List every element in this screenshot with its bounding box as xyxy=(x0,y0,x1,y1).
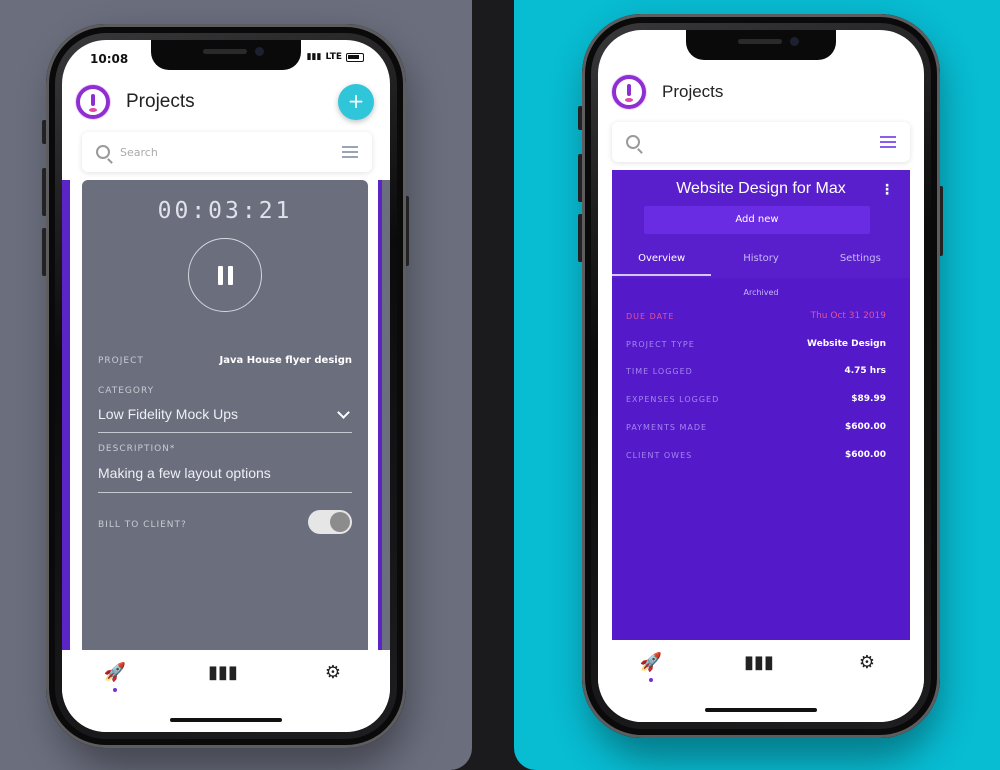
tab-overview[interactable]: Overview xyxy=(612,248,712,276)
add-new-button[interactable]: Add new xyxy=(644,206,870,234)
search-icon xyxy=(96,145,110,159)
chevron-down-icon[interactable] xyxy=(337,406,350,419)
notch xyxy=(151,40,301,70)
app-logo-icon[interactable] xyxy=(76,85,110,119)
bottom-nav: 🚀 ▮▮▮ ⚙ xyxy=(62,650,390,732)
due-date-label: DUE DATE xyxy=(626,312,675,321)
app-logo-icon[interactable] xyxy=(612,75,646,109)
rocket-icon[interactable]: 🚀 xyxy=(100,662,130,683)
notch xyxy=(686,30,836,60)
filter-sliders-icon[interactable] xyxy=(880,136,896,148)
bill-to-client-label: BILL TO CLIENT? xyxy=(98,520,187,530)
rocket-icon[interactable]: 🚀 xyxy=(636,652,666,673)
gear-icon[interactable]: ⚙ xyxy=(318,662,348,683)
front-camera xyxy=(790,37,799,46)
bar-chart-icon[interactable]: ▮▮▮ xyxy=(744,652,774,673)
search-bar[interactable]: Search xyxy=(82,132,372,172)
gear-icon[interactable]: ⚙ xyxy=(852,652,882,673)
left-showcase-panel: 10:08 ▮▮▮ LTE Projects + Search 00:03:21… xyxy=(0,0,472,770)
front-camera xyxy=(255,47,264,56)
bottom-nav: 🚀 ▮▮▮ ⚙ xyxy=(598,640,924,722)
speaker xyxy=(203,49,247,54)
expenses-logged-value: $89.99 xyxy=(851,394,886,404)
previous-card-edge xyxy=(62,180,70,650)
project-title: Website Design for Max xyxy=(676,180,846,197)
active-tab-indicator xyxy=(113,688,117,692)
page-title: Projects xyxy=(662,82,724,101)
page-title: Projects xyxy=(126,91,195,112)
bar-chart-icon[interactable]: ▮▮▮ xyxy=(208,662,238,683)
home-indicator[interactable] xyxy=(170,718,282,722)
timer-display: 00:03:21 xyxy=(157,198,293,224)
pause-button[interactable] xyxy=(188,238,262,312)
app-header: Projects + xyxy=(76,80,376,124)
right-showcase-panel: Projects Website Design for Max ⋮ Add ne… xyxy=(514,0,1000,770)
category-underline xyxy=(98,432,352,433)
payments-made-label: PAYMENTS MADE xyxy=(626,423,708,432)
phone-frame: Projects Website Design for Max ⋮ Add ne… xyxy=(582,14,940,738)
more-options-icon[interactable]: ⋮ xyxy=(880,182,894,198)
app-header: Projects xyxy=(612,70,910,114)
payments-made-value: $600.00 xyxy=(845,422,886,432)
battery-icon xyxy=(346,52,364,62)
tab-settings[interactable]: Settings xyxy=(811,248,910,276)
timer-card: 00:03:21 PROJECT Java House flyer design… xyxy=(82,180,368,650)
filter-sliders-icon[interactable] xyxy=(342,146,358,158)
project-detail-card: Website Design for Max ⋮ Add new Overvie… xyxy=(612,170,910,640)
category-select[interactable]: Low Fidelity Mock Ups xyxy=(98,406,238,422)
client-owes-label: CLIENT OWES xyxy=(626,451,693,460)
search-icon xyxy=(626,135,640,149)
status-indicators: ▮▮▮ LTE xyxy=(307,52,364,62)
time-logged-value: 4.75 hrs xyxy=(844,366,886,376)
project-value: Java House flyer design xyxy=(219,355,352,366)
status-time: 10:08 xyxy=(90,52,129,66)
active-tab-indicator xyxy=(649,678,653,682)
search-bar[interactable] xyxy=(612,122,910,162)
project-tabs: Overview History Settings xyxy=(612,248,910,276)
description-underline xyxy=(98,492,352,493)
network-label: LTE xyxy=(325,52,342,62)
description-label: DESCRIPTION* xyxy=(98,444,176,454)
home-indicator[interactable] xyxy=(705,708,817,712)
category-label: CATEGORY xyxy=(98,386,155,396)
speaker xyxy=(738,39,782,44)
description-input[interactable]: Making a few layout options xyxy=(98,465,271,481)
due-date-value: Thu Oct 31 2019 xyxy=(810,311,886,321)
add-project-button[interactable]: + xyxy=(338,84,374,120)
project-card-header: Website Design for Max ⋮ Add new Overvie… xyxy=(612,170,910,278)
bill-to-client-toggle[interactable] xyxy=(308,510,352,534)
tab-history[interactable]: History xyxy=(711,248,810,276)
time-logged-label: TIME LOGGED xyxy=(626,367,693,376)
project-label: PROJECT xyxy=(98,356,144,366)
phone-screen: Projects Website Design for Max ⋮ Add ne… xyxy=(598,30,924,722)
phone-frame: 10:08 ▮▮▮ LTE Projects + Search 00:03:21… xyxy=(46,24,406,748)
expenses-logged-label: EXPENSES LOGGED xyxy=(626,395,720,404)
project-type-label: PROJECT TYPE xyxy=(626,340,695,349)
search-input[interactable]: Search xyxy=(120,146,342,159)
project-type-value: Website Design xyxy=(806,339,886,349)
phone-screen: 10:08 ▮▮▮ LTE Projects + Search 00:03:21… xyxy=(62,40,390,732)
archived-status: Archived xyxy=(743,288,779,297)
signal-icon: ▮▮▮ xyxy=(306,52,322,62)
next-card-edge xyxy=(378,180,390,650)
client-owes-value: $600.00 xyxy=(845,450,886,460)
